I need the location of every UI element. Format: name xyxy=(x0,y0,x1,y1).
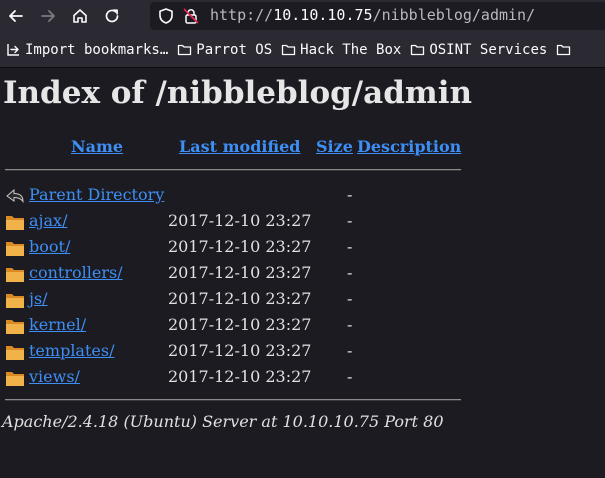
folder-icon xyxy=(6,294,24,308)
row-size: - xyxy=(347,341,353,360)
directory-link[interactable]: kernel/ xyxy=(29,315,86,334)
server-signature: Apache/2.4.18 (Ubuntu) Server at 10.10.1… xyxy=(2,412,444,431)
shield-icon[interactable] xyxy=(157,7,175,25)
table-row: ajax/ 2017-12-10 23:27 - xyxy=(0,209,605,235)
folder-icon xyxy=(178,44,192,56)
table-row: boot/ 2017-12-10 23:27 - xyxy=(0,235,605,261)
column-header-size[interactable]: Size xyxy=(316,137,353,156)
bookmark-import[interactable]: Import bookmarks… xyxy=(6,42,168,58)
column-header-description[interactable]: Description xyxy=(357,137,461,156)
home-icon xyxy=(73,9,87,23)
row-size: - xyxy=(347,367,353,386)
forward-button[interactable] xyxy=(32,0,64,32)
folder-icon xyxy=(6,216,24,230)
row-date: 2017-12-10 23:27 xyxy=(168,289,312,308)
row-size: - xyxy=(347,289,353,308)
parent-directory-link[interactable]: Parent Directory xyxy=(29,185,164,204)
row-date: 2017-12-10 23:27 xyxy=(168,367,312,386)
row-size: - xyxy=(347,211,353,230)
row-date: 2017-12-10 23:27 xyxy=(168,263,312,282)
table-row: views/ 2017-12-10 23:27 - xyxy=(0,365,605,391)
directory-link[interactable]: js/ xyxy=(29,289,48,308)
url-host: 10.10.10.75 xyxy=(273,6,373,24)
bookmark-label: Hack The Box xyxy=(300,41,402,58)
column-header-last-modified[interactable]: Last modified xyxy=(179,137,300,156)
directory-link[interactable]: controllers/ xyxy=(29,263,123,282)
footer-divider xyxy=(5,399,461,401)
directory-link[interactable]: views/ xyxy=(29,367,80,386)
row-size: - xyxy=(347,185,353,204)
reload-button[interactable] xyxy=(96,0,128,32)
row-date: 2017-12-10 23:27 xyxy=(168,211,312,230)
directory-link[interactable]: boot/ xyxy=(29,237,70,256)
table-row-parent: Parent Directory - xyxy=(0,183,605,209)
insecure-lock-icon[interactable] xyxy=(182,7,200,25)
folder-icon xyxy=(6,268,24,282)
folder-icon xyxy=(6,346,24,360)
arrow-left-icon xyxy=(9,10,23,22)
table-row: kernel/ 2017-12-10 23:27 - xyxy=(0,313,605,339)
table-row: templates/ 2017-12-10 23:27 - xyxy=(0,339,605,365)
reload-icon xyxy=(105,9,119,23)
url-text[interactable]: http://10.10.10.75/nibbleblog/admin/ xyxy=(210,6,535,24)
arrow-right-icon xyxy=(41,10,55,22)
bookmarks-bar: Import bookmarks… Parrot OS Hack The Box… xyxy=(0,32,605,68)
row-size: - xyxy=(347,237,353,256)
folder-icon xyxy=(6,242,24,256)
row-size: - xyxy=(347,315,353,334)
folder-icon xyxy=(6,372,24,386)
folder-icon xyxy=(6,320,24,334)
folder-icon xyxy=(411,44,425,56)
url-scheme: http:// xyxy=(210,6,274,24)
row-date: 2017-12-10 23:27 xyxy=(168,315,312,334)
bookmark-label: Import bookmarks… xyxy=(25,41,169,58)
row-date: 2017-12-10 23:27 xyxy=(168,237,312,256)
bookmark-label: Parrot OS xyxy=(196,41,273,58)
address-bar[interactable]: http://10.10.10.75/nibbleblog/admin/ xyxy=(150,2,605,30)
bookmark-parrot-os[interactable]: Parrot OS xyxy=(177,42,272,58)
header-divider xyxy=(5,169,461,171)
bookmark-hack-the-box[interactable]: Hack The Box xyxy=(281,42,401,58)
row-size: - xyxy=(347,263,353,282)
table-row: controllers/ 2017-12-10 23:27 - xyxy=(0,261,605,287)
folder-icon xyxy=(557,44,571,56)
bookmark-overflow[interactable] xyxy=(556,42,575,57)
table-row: js/ 2017-12-10 23:27 - xyxy=(0,287,605,313)
directory-link[interactable]: ajax/ xyxy=(29,211,67,230)
bookmark-osint-services[interactable]: OSINT Services xyxy=(410,42,547,58)
back-arrow-icon xyxy=(6,188,24,204)
folder-icon xyxy=(282,44,296,56)
home-button[interactable] xyxy=(64,0,96,32)
browser-toolbar: http://10.10.10.75/nibbleblog/admin/ xyxy=(0,0,605,32)
url-path: /nibbleblog/admin/ xyxy=(372,6,536,24)
page-content: Index of /nibbleblog/admin Name Last mod… xyxy=(0,68,605,478)
directory-link[interactable]: templates/ xyxy=(29,341,114,360)
bookmark-label: OSINT Services xyxy=(429,41,548,58)
page-title: Index of /nibbleblog/admin xyxy=(3,75,473,111)
import-icon xyxy=(7,44,19,56)
row-date: 2017-12-10 23:27 xyxy=(168,341,312,360)
back-button[interactable] xyxy=(0,0,32,32)
column-header-name[interactable]: Name xyxy=(71,137,123,156)
